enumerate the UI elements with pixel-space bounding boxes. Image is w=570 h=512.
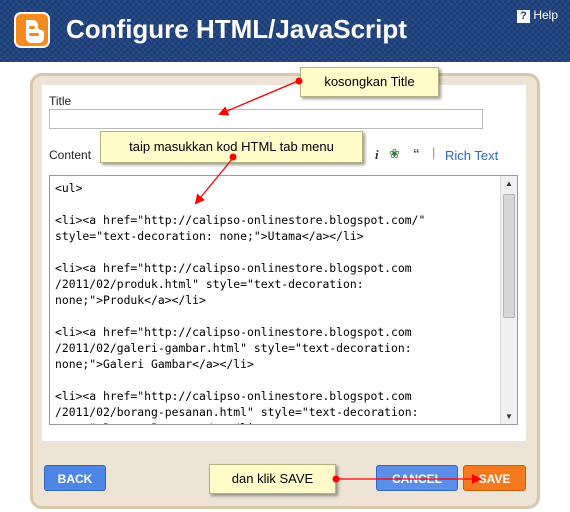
title-label: Title bbox=[49, 94, 72, 108]
scroll-thumb[interactable] bbox=[503, 194, 515, 318]
rich-text-tab[interactable]: Rich Text bbox=[445, 148, 498, 163]
cancel-button[interactable]: CANCEL bbox=[376, 465, 458, 491]
italic-icon[interactable]: i bbox=[375, 147, 379, 163]
scroll-up-icon[interactable]: ▲ bbox=[505, 179, 513, 188]
image-icon[interactable]: ❀ bbox=[389, 146, 400, 162]
title-input[interactable] bbox=[49, 109, 483, 129]
help-label: Help bbox=[533, 8, 559, 22]
code-line: /2011/02/galeri-gambar.html" style="text… bbox=[55, 341, 412, 355]
content-code: <ul> <li><a href="http://calipso-onlines… bbox=[55, 180, 495, 424]
annotation-note-content: taip masukkan kod HTML tab menu bbox=[100, 131, 363, 163]
header-bar: Configure HTML/JavaScript ? Help bbox=[0, 0, 570, 62]
code-line: none;">Galeri Gambar</a></li> bbox=[55, 357, 254, 371]
content-textarea[interactable]: <ul> <li><a href="http://calipso-onlines… bbox=[49, 175, 518, 425]
annotation-note-save: dan klik SAVE bbox=[209, 464, 336, 494]
save-button[interactable]: SAVE bbox=[463, 465, 526, 491]
code-line: <li><a href="http://calipso-onlinestore.… bbox=[55, 261, 412, 275]
code-line: none;">Borang Pesanan</a></li> bbox=[55, 420, 495, 424]
code-line: style="text-decoration: none;">Utama</a>… bbox=[55, 229, 364, 243]
code-line: /2011/02/produk.html" style="text-decora… bbox=[55, 277, 364, 291]
content-label: Content bbox=[49, 148, 92, 162]
annotation-note-title: kosongkan Title bbox=[300, 67, 439, 97]
help-link[interactable]: ? Help bbox=[517, 8, 558, 23]
page-title: Configure HTML/JavaScript bbox=[66, 14, 407, 44]
scroll-down-icon[interactable]: ▼ bbox=[505, 412, 513, 421]
code-line: <li><a href="http://calipso-onlinestore.… bbox=[55, 325, 412, 339]
blogger-logo-icon bbox=[14, 12, 50, 48]
back-button[interactable]: BACK bbox=[44, 465, 106, 491]
code-line: <ul> bbox=[55, 181, 83, 195]
textarea-scrollbar[interactable]: ▲ ▼ bbox=[500, 176, 517, 424]
separator: | bbox=[432, 145, 436, 160]
help-icon: ? bbox=[517, 10, 530, 23]
code-line: /2011/02/borang-pesanan.html" style="tex… bbox=[55, 405, 419, 419]
quote-icon[interactable]: “ bbox=[413, 146, 420, 161]
code-line: <li><a href="http://calipso-onlinestore.… bbox=[55, 213, 426, 227]
code-line: <li><a href="http://calipso-onlinestore.… bbox=[55, 389, 412, 403]
code-line: none;">Produk</a></li> bbox=[55, 293, 206, 307]
